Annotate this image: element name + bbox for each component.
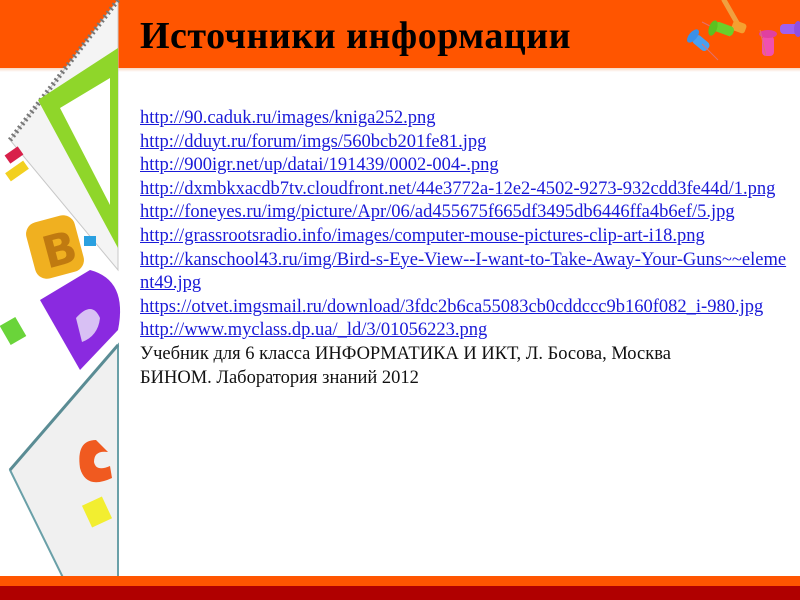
source-link[interactable]: http://dduyt.ru/forum/imgs/560bcb201fe81… <box>140 131 795 155</box>
footer-band-orange <box>0 576 800 586</box>
source-link[interactable]: http://foneyes.ru/img/picture/Apr/06/ad4… <box>140 201 795 225</box>
source-link[interactable]: http://dxmbkxacdb7tv.cloudfront.net/44e3… <box>140 178 795 202</box>
tab-yellow <box>5 160 29 182</box>
source-link[interactable]: http://www.myclass.dp.ua/_ld/3/01056223.… <box>140 319 795 343</box>
push-pin-purple <box>780 21 800 37</box>
footer-band-red <box>0 586 800 600</box>
slide-title: Источники информации <box>140 15 572 57</box>
textbook-reference-line1: Учебник для 6 класса ИНФОРМАТИКА И ИКТ, … <box>140 343 671 364</box>
tab-blue <box>84 236 96 246</box>
source-link[interactable]: http://90.caduk.ru/images/kniga252.png <box>140 107 795 131</box>
source-link[interactable]: http://900igr.net/up/datai/191439/0002-0… <box>140 154 795 178</box>
textbook-reference-line2: БИНОМ. Лаборатория знаний 2012 <box>140 367 419 388</box>
letter-b-icon: B <box>26 215 84 279</box>
source-link[interactable]: http://kanschool43.ru/img/Bird-s-Eye-Vie… <box>140 249 795 296</box>
letter-n-icon <box>0 316 27 346</box>
left-decoration: B <box>0 0 121 600</box>
source-link[interactable]: https://otvet.imgsmail.ru/download/3fdc2… <box>140 296 795 320</box>
push-pin-green <box>701 20 734 37</box>
push-pins-icon <box>687 0 800 61</box>
push-pin-pink <box>759 29 777 57</box>
sources-list: http://90.caduk.ru/images/kniga252.png h… <box>140 107 795 390</box>
source-link[interactable]: http://grassrootsradio.info/images/compu… <box>140 225 795 249</box>
